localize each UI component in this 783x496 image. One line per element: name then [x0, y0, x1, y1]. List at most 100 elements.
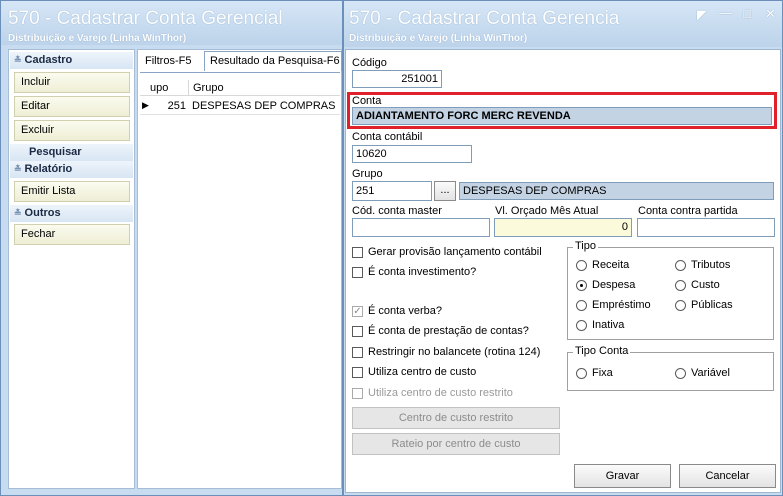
sidebar: ≛ Cadastro Incluir Editar Excluir Pesquis… — [8, 49, 135, 489]
radio-label: Inativa — [592, 319, 625, 331]
row-pointer-icon: ▶ — [142, 100, 149, 110]
minimize-icon[interactable]: — — [719, 5, 732, 20]
codigo-label: Código — [352, 57, 387, 69]
radio-label: Fixa — [592, 367, 613, 379]
tab-divider — [140, 72, 340, 73]
gravar-button[interactable]: Gravar — [574, 464, 671, 488]
radio-inativa[interactable]: Inativa — [576, 319, 656, 333]
conta-contabil-field[interactable]: 10620 — [352, 145, 472, 163]
row-code: 251 — [167, 100, 186, 112]
incluir-button[interactable]: Incluir — [14, 72, 130, 93]
checkbox-label: Utiliza centro de custo restrito — [368, 387, 513, 399]
radio-label: Empréstimo — [592, 299, 651, 311]
checkbox-box[interactable] — [352, 367, 363, 378]
radio-emprestimo[interactable]: Empréstimo — [576, 299, 666, 313]
radio-button[interactable] — [576, 300, 587, 311]
tipo-legend: Tipo — [573, 240, 598, 252]
column-header-code[interactable]: upo — [150, 82, 168, 94]
column-header-grupo[interactable]: Grupo — [193, 82, 224, 94]
checkbox-label: Restringir no balancete (rotina 124) — [368, 346, 541, 358]
checkmark-icon[interactable]: ✓ — [352, 306, 363, 317]
close-icon[interactable]: ✕ — [765, 6, 776, 22]
cod-master-field[interactable] — [352, 218, 490, 237]
emitir-lista-button[interactable]: Emitir Lista — [14, 181, 130, 202]
grupo-lookup-button[interactable]: ... — [434, 181, 456, 201]
radio-button[interactable] — [576, 260, 587, 271]
checkbox-box[interactable] — [352, 347, 363, 358]
checkbox-label: Gerar provisão lançamento contábil — [368, 246, 542, 258]
dialog-title: 570 - Cadastrar Conta Gerencia — [349, 8, 620, 29]
tab-filtros[interactable]: Filtros-F5 — [140, 52, 202, 72]
chevron-up-icon: ≛ — [14, 164, 22, 174]
radio-button-selected[interactable] — [576, 280, 587, 291]
radio-receita[interactable]: Receita — [576, 259, 656, 273]
contra-partida-field[interactable] — [637, 218, 775, 237]
sidebar-group-pesquisar[interactable]: Pesquisar — [10, 144, 133, 161]
radio-label: Receita — [592, 259, 630, 271]
restore-icon[interactable]: ◤ — [697, 7, 707, 23]
conta-contabil-label: Conta contábil — [352, 131, 423, 143]
background-window-subtitle: Distribuição e Varejo (Linha WinThor) — [8, 33, 187, 44]
radio-fixa[interactable]: Fixa — [576, 367, 646, 381]
checkbox-box — [352, 388, 363, 399]
centro-custo-restrito-button: Centro de custo restrito — [352, 407, 560, 429]
results-panel: Filtros-F5 Resultado da Pesquisa-F6 upo … — [137, 49, 342, 489]
checkbox-label: Utiliza centro de custo — [368, 366, 477, 378]
table-row[interactable]: ▶ 251 DESPESAS DEP COMPRAS — [140, 98, 340, 115]
checkbox-centro-custo[interactable]: Utiliza centro de custo — [352, 366, 562, 380]
radio-button[interactable] — [675, 368, 686, 379]
codigo-field[interactable]: 251001 — [352, 70, 442, 88]
chevron-up-icon: ≛ — [14, 208, 22, 218]
tab-resultado[interactable]: Resultado da Pesquisa-F6 — [204, 51, 342, 71]
rateio-button: Rateio por centro de custo — [352, 433, 560, 455]
radio-button[interactable] — [675, 260, 686, 271]
checkbox-box[interactable] — [352, 326, 363, 337]
fechar-button[interactable]: Fechar — [14, 224, 130, 245]
sidebar-group-relatorio[interactable]: ≛ Relatório — [10, 161, 133, 178]
radio-label: Tributos — [691, 259, 731, 271]
row-group-name: DESPESAS DEP COMPRAS — [192, 100, 336, 112]
contra-partida-label: Conta contra partida — [638, 205, 738, 217]
radio-button[interactable] — [675, 300, 686, 311]
checkbox-conta-verba[interactable]: ✓ É conta verba? — [352, 305, 562, 319]
checkbox-gerar-provisao[interactable]: Gerar provisão lançamento contábil — [352, 246, 562, 260]
grupo-label: Grupo — [352, 168, 383, 180]
radio-label: Despesa — [592, 279, 636, 291]
radio-button[interactable] — [576, 320, 587, 331]
checkbox-centro-custo-restrito: Utiliza centro de custo restrito — [352, 387, 562, 401]
radio-custo[interactable]: Custo — [675, 279, 755, 293]
conta-field[interactable]: ADIANTAMENTO FORC MERC REVENDA — [352, 107, 772, 125]
cancelar-button[interactable]: Cancelar — [679, 464, 776, 488]
maximize-icon[interactable]: □ — [743, 6, 751, 21]
radio-publicas[interactable]: Públicas — [675, 299, 755, 313]
checkbox-box[interactable] — [352, 247, 363, 258]
grupo-name-field: DESPESAS DEP COMPRAS — [459, 182, 774, 200]
checkbox-prestacao-contas[interactable]: É conta de prestação de contas? — [352, 325, 562, 339]
radio-label: Custo — [691, 279, 720, 291]
sidebar-group-outros[interactable]: ≛ Outros — [10, 205, 133, 222]
chevron-up-icon: ≛ — [14, 55, 22, 65]
checkbox-label: É conta verba? — [368, 305, 442, 317]
radio-button[interactable] — [675, 280, 686, 291]
radio-button[interactable] — [576, 368, 587, 379]
editar-button[interactable]: Editar — [14, 96, 130, 117]
checkbox-conta-investimento[interactable]: É conta investimento? — [352, 266, 562, 280]
checkbox-label: É conta investimento? — [368, 266, 477, 278]
grupo-code-field[interactable]: 251 — [352, 181, 432, 201]
checkbox-box[interactable] — [352, 267, 363, 278]
vl-orcado-field[interactable]: 0 — [494, 218, 632, 237]
sidebar-group-cadastro[interactable]: ≛ Cadastro — [10, 52, 133, 69]
background-window-title: 570 - Cadastrar Conta Gerencial — [8, 8, 283, 29]
column-divider — [188, 80, 189, 96]
radio-tributos[interactable]: Tributos — [675, 259, 755, 273]
conta-label: Conta — [352, 95, 382, 107]
tipo-conta-legend: Tipo Conta — [573, 345, 631, 357]
radio-variavel[interactable]: Variável — [675, 367, 755, 381]
radio-label: Variável — [691, 367, 730, 379]
cod-master-label: Cód. conta master — [352, 205, 442, 217]
checkbox-label: É conta de prestação de contas? — [368, 325, 529, 337]
dialog-subtitle: Distribuição e Varejo (Linha WinThor) — [349, 33, 528, 44]
checkbox-restringir-balancete[interactable]: Restringir no balancete (rotina 124) — [352, 346, 562, 360]
excluir-button[interactable]: Excluir — [14, 120, 130, 141]
radio-despesa[interactable]: Despesa — [576, 279, 656, 293]
